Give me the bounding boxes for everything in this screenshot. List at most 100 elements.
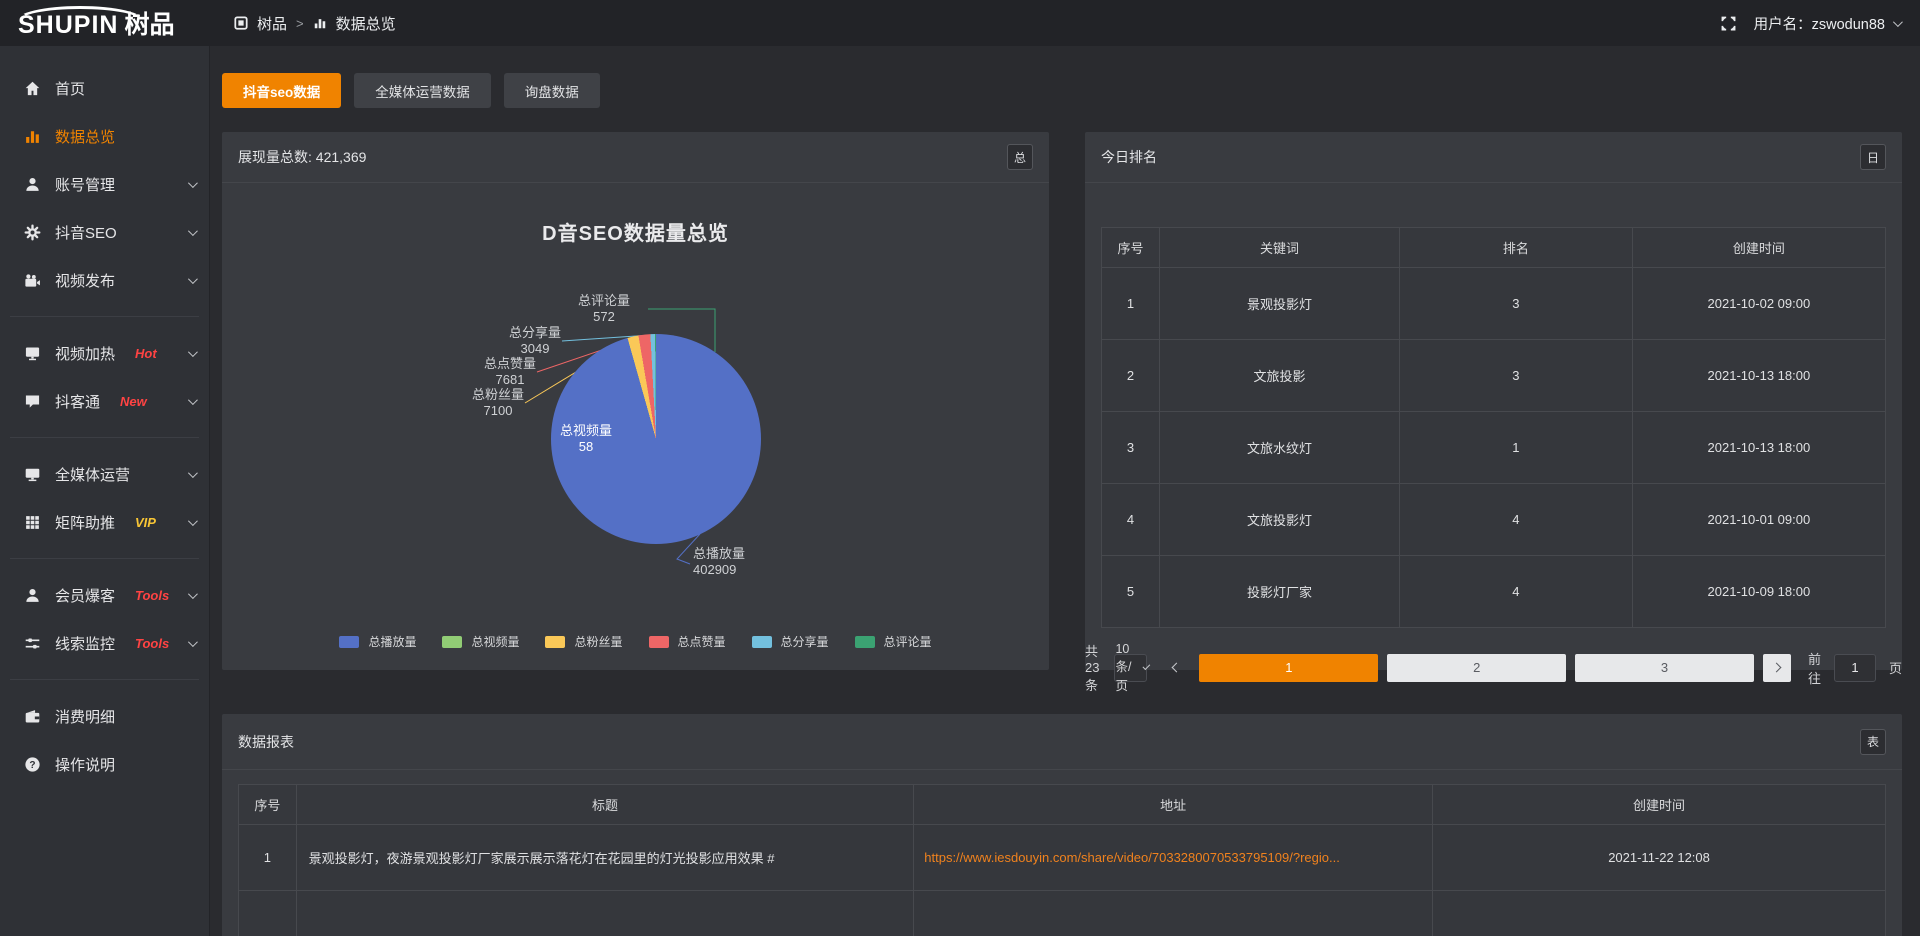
legend-item-videos[interactable]: 总视频量 xyxy=(442,633,519,650)
question-icon: ? xyxy=(24,756,41,773)
legend-item-plays[interactable]: 总播放量 xyxy=(339,633,416,650)
pie-label-value: 572 xyxy=(562,309,646,325)
tab-inquiry-data[interactable]: 询盘数据 xyxy=(504,73,600,108)
table-row: 1 景观投影灯，夜游景观投影灯厂家展示展示落花灯在花园里的灯光投影应用效果 # … xyxy=(239,825,1886,891)
impressions-total-label: 展现量总数: xyxy=(238,149,312,165)
sidebar-item-media-ops[interactable]: 全媒体运营 xyxy=(0,450,209,498)
legend-item-fans[interactable]: 总粉丝量 xyxy=(545,633,622,650)
breadcrumb-root[interactable]: 树品 xyxy=(257,13,287,34)
page-button-3[interactable]: 3 xyxy=(1575,654,1754,682)
impressions-total-value: 421,369 xyxy=(316,149,367,165)
vip-badge: VIP xyxy=(135,515,156,530)
breadcrumb: 树品 > 数据总览 xyxy=(234,13,396,34)
sidebar-item-home[interactable]: 首页 xyxy=(0,64,209,112)
legend-label: 总播放量 xyxy=(368,633,416,650)
sidebar-item-douyin-seo[interactable]: 抖音SEO xyxy=(0,208,209,256)
pie-label-name: 总评论量 xyxy=(562,293,646,309)
ranking-panel-title: 今日排名 xyxy=(1101,147,1157,167)
day-toggle-button[interactable]: 日 xyxy=(1860,144,1886,170)
tab-media-ops-data[interactable]: 全媒体运营数据 xyxy=(354,73,491,108)
page-button-1[interactable]: 1 xyxy=(1199,654,1378,682)
hot-badge: Hot xyxy=(135,346,157,361)
sidebar-item-consumption[interactable]: 消费明细 xyxy=(0,692,209,740)
prev-page-button[interactable] xyxy=(1162,654,1190,682)
report-panel-title: 数据报表 xyxy=(238,732,294,752)
cell-created: 2021-10-13 18:00 xyxy=(1632,340,1885,412)
sidebar-item-video-publish[interactable]: 视频发布 xyxy=(0,256,209,304)
column-header: 地址 xyxy=(914,785,1433,825)
cell-rank: 4 xyxy=(1399,556,1632,628)
chevron-down-icon xyxy=(188,468,198,478)
legend-item-likes[interactable]: 总点赞量 xyxy=(649,633,726,650)
today-ranking-panel: 今日排名 日 序号 关键词 排名 创建时间 xyxy=(1085,132,1902,670)
sidebar-item-label: 首页 xyxy=(55,78,85,99)
screen-icon xyxy=(24,345,41,362)
pie-label-value: 58 xyxy=(548,439,624,455)
cell-keyword: 文旅水纹灯 xyxy=(1160,412,1400,484)
page-button-2[interactable]: 2 xyxy=(1387,654,1566,682)
cell-keyword: 文旅投影 xyxy=(1160,340,1400,412)
monitor-icon xyxy=(24,466,41,483)
report-header-row: 序号 标题 地址 创建时间 xyxy=(239,785,1886,825)
table-toggle-button[interactable]: 表 xyxy=(1860,729,1886,755)
chevron-down-icon xyxy=(188,274,198,284)
sidebar-item-doukettong[interactable]: 抖客通 New xyxy=(0,377,209,425)
sidebar-item-label: 数据总览 xyxy=(55,126,115,147)
sidebar-item-matrix-boost[interactable]: 矩阵助推 VIP xyxy=(0,498,209,546)
main-content: 抖音seo数据 全媒体运营数据 询盘数据 展现量总数: 421,369 总 D音 xyxy=(210,46,1920,936)
cell-rank: 3 xyxy=(1399,340,1632,412)
goto-page-input[interactable] xyxy=(1834,654,1876,682)
cell-index: 4 xyxy=(1102,484,1160,556)
new-badge: New xyxy=(120,394,147,409)
sidebar-item-label: 会员爆客 xyxy=(55,585,115,606)
chevron-down-icon xyxy=(188,395,198,405)
logo-arc xyxy=(16,6,144,36)
tab-douyin-seo-data[interactable]: 抖音seo数据 xyxy=(222,73,341,108)
sidebar-item-data-overview[interactable]: 数据总览 xyxy=(0,112,209,160)
report-panel-header: 数据报表 表 xyxy=(222,714,1902,770)
sidebar: 首页 数据总览 账号管理 抖音SEO 视频发布 xyxy=(0,46,210,936)
pie-label-name: 总点赞量 xyxy=(468,356,552,372)
fullscreen-icon[interactable] xyxy=(1721,16,1736,31)
gear-icon xyxy=(24,224,41,241)
chevron-down-icon xyxy=(188,516,198,526)
cell-created: 2021-10-02 09:00 xyxy=(1632,268,1885,340)
cell-keyword: 投影灯厂家 xyxy=(1160,556,1400,628)
sidebar-item-video-heat[interactable]: 视频加热 Hot xyxy=(0,329,209,377)
sidebar-item-lead-monitor[interactable]: 线索监控 Tools xyxy=(0,619,209,667)
sidebar-item-label: 操作说明 xyxy=(55,754,115,775)
legend-label: 总粉丝量 xyxy=(574,633,622,650)
report-table-wrap: 序号 标题 地址 创建时间 1 景观投影灯，夜游景观投影灯厂家展示展示落花灯在花… xyxy=(238,784,1886,936)
video-url-link[interactable]: https://www.iesdouyin.com/share/video/70… xyxy=(924,850,1340,865)
pie-label-name: 总分享量 xyxy=(493,325,577,341)
cell-rank: 1 xyxy=(1399,412,1632,484)
ranking-panel-header: 今日排名 日 xyxy=(1085,132,1902,183)
user-label: 用户名：zswodun88 xyxy=(1754,13,1885,34)
breadcrumb-separator: > xyxy=(296,16,304,31)
ranking-table-wrap: 序号 关键词 排名 创建时间 1 景观投影灯 3 xyxy=(1101,227,1886,628)
page-size-select[interactable]: 10条/页 xyxy=(1114,654,1147,682)
legend-item-comments[interactable]: 总评论量 xyxy=(855,633,932,650)
topbar-right: 用户名：zswodun88 xyxy=(1721,13,1920,34)
user-menu[interactable]: 用户名：zswodun88 xyxy=(1754,13,1900,34)
cell-keyword: 文旅投影灯 xyxy=(1160,484,1400,556)
column-header: 创建时间 xyxy=(1632,228,1885,268)
app-square-icon xyxy=(234,16,248,30)
total-toggle-button[interactable]: 总 xyxy=(1007,144,1033,170)
table-row: 4 文旅投影灯 4 2021-10-01 09:00 xyxy=(1102,484,1886,556)
cell-index: 5 xyxy=(1102,556,1160,628)
sidebar-divider xyxy=(10,437,199,438)
sidebar-item-member-tools[interactable]: 会员爆客 Tools xyxy=(0,571,209,619)
pie-label-name: 总播放量 xyxy=(693,546,793,562)
legend-item-share[interactable]: 总分享量 xyxy=(752,633,829,650)
table-row-partial xyxy=(239,891,1886,936)
pie-label-comments: 总评论量 572 xyxy=(562,293,646,325)
column-header: 序号 xyxy=(1102,228,1160,268)
chevron-down-icon xyxy=(1893,17,1903,27)
legend-label: 总点赞量 xyxy=(678,633,726,650)
next-page-button[interactable] xyxy=(1763,654,1791,682)
ranking-header-row: 序号 关键词 排名 创建时间 xyxy=(1102,228,1886,268)
sidebar-item-account[interactable]: 账号管理 xyxy=(0,160,209,208)
sidebar-item-help[interactable]: ? 操作说明 xyxy=(0,740,209,788)
cell-rank: 3 xyxy=(1399,268,1632,340)
